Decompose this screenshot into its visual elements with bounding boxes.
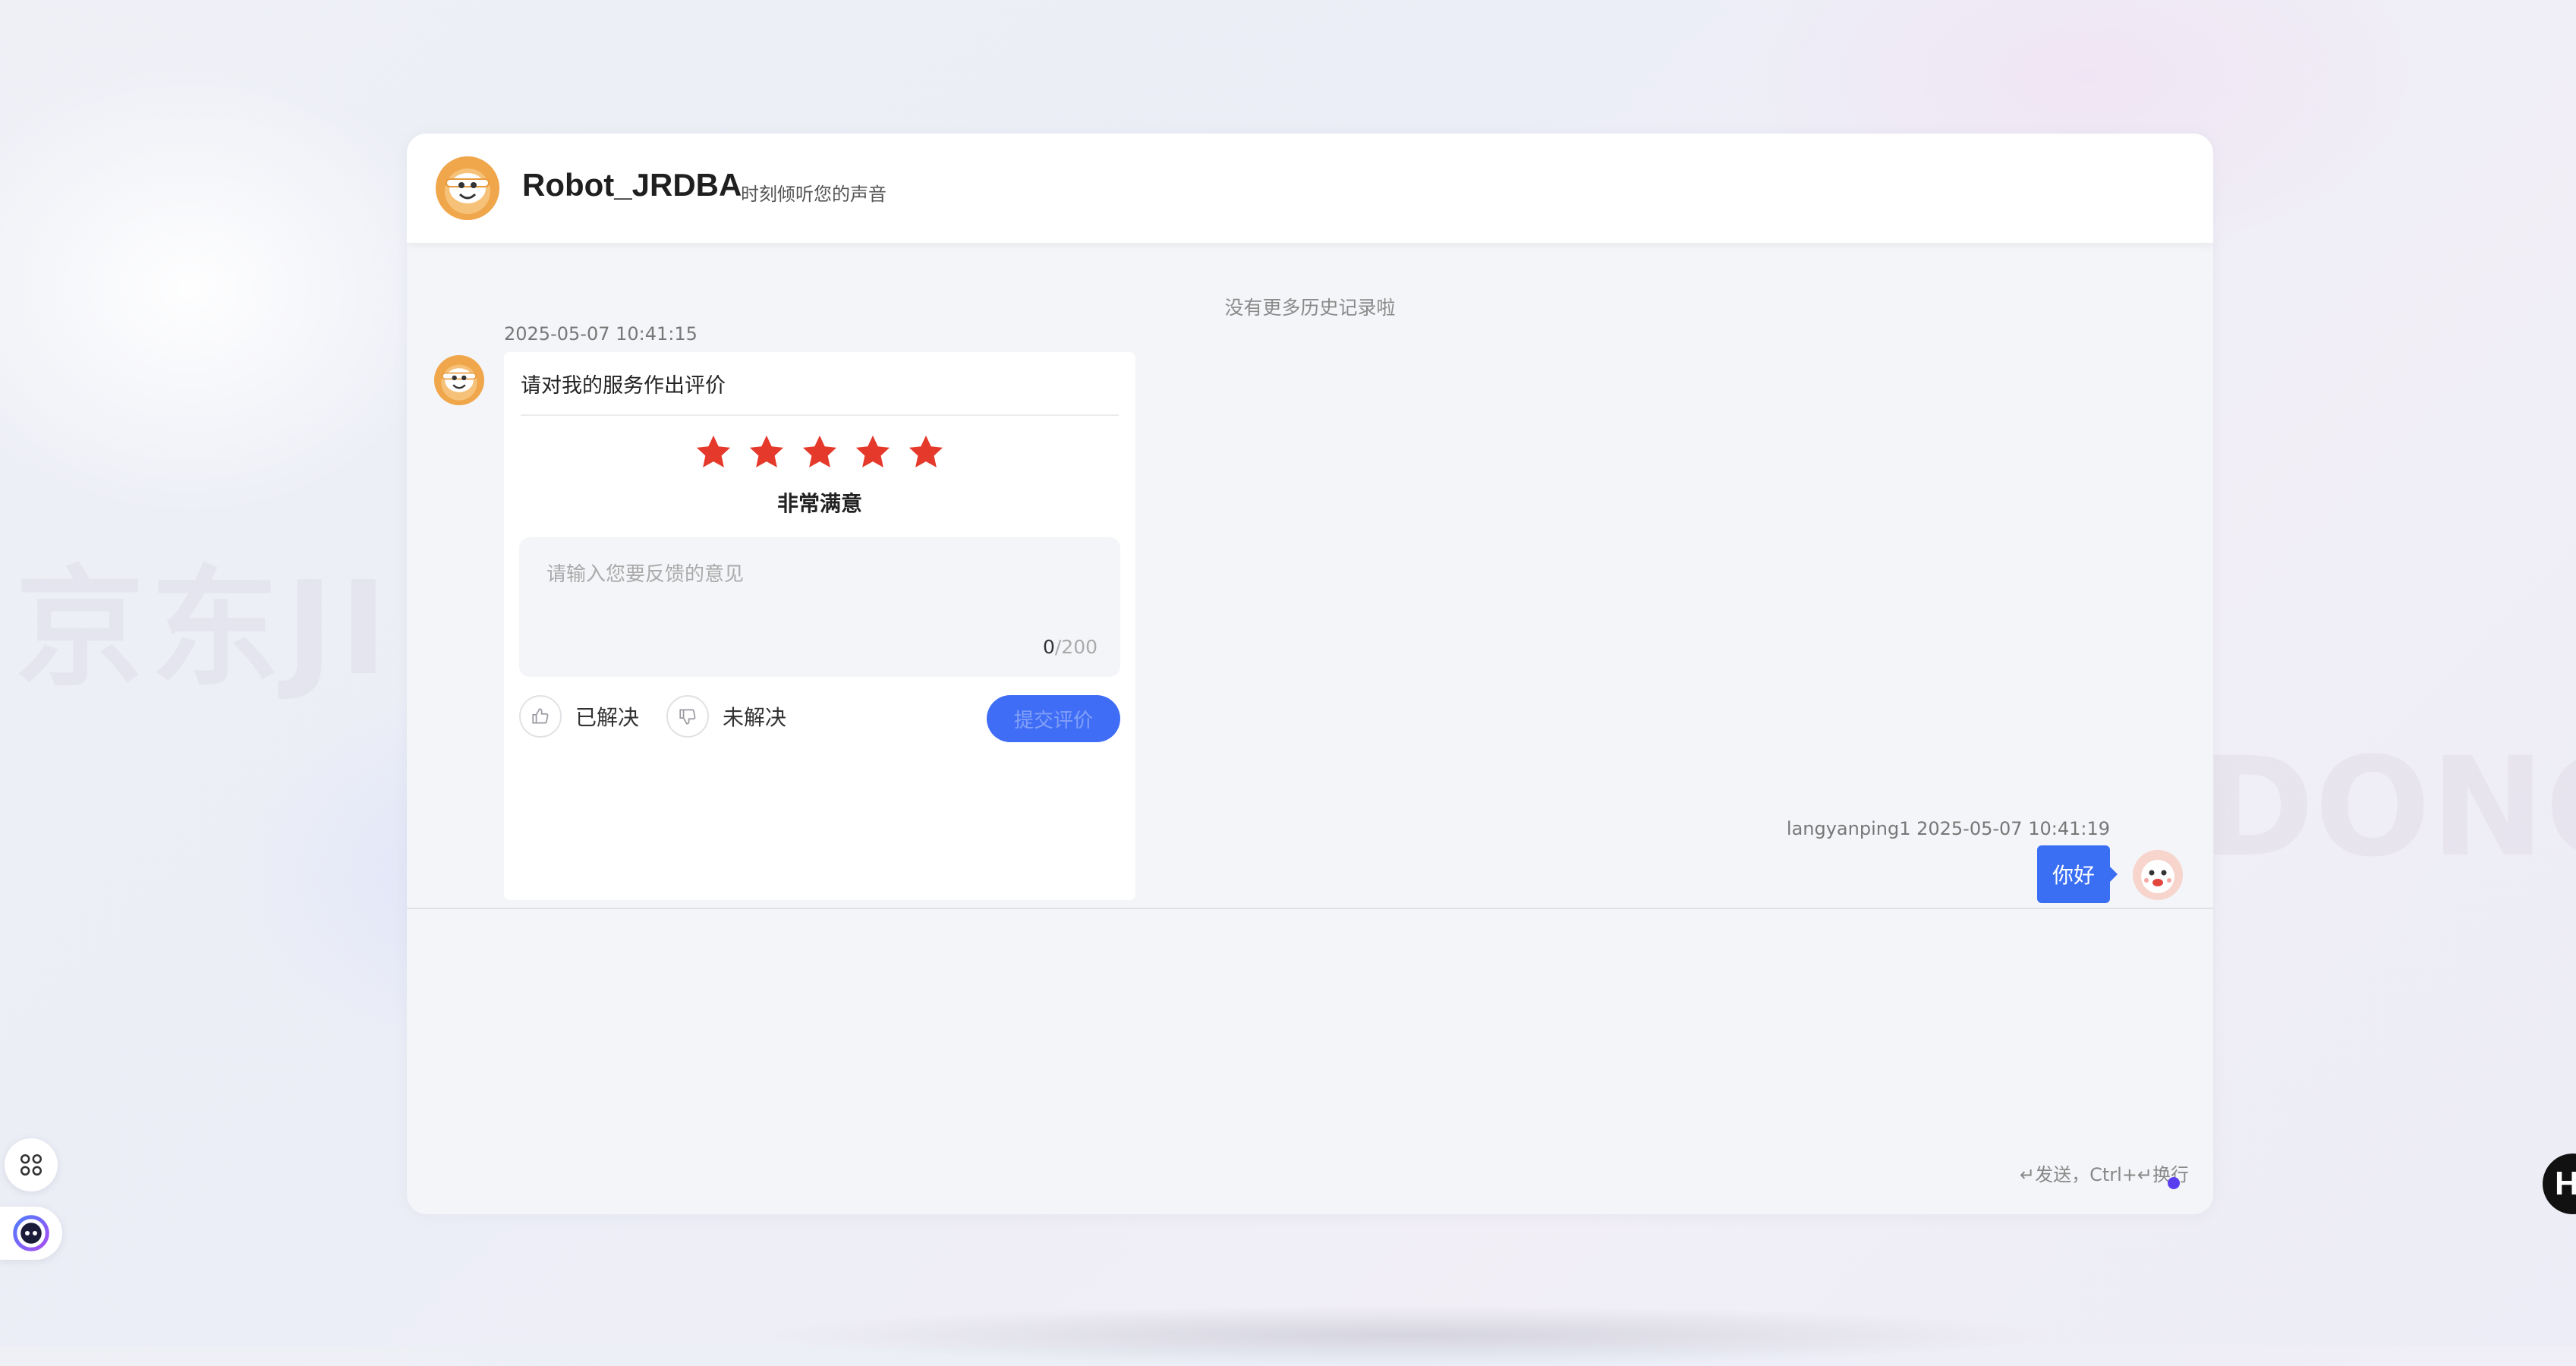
input-divider (407, 908, 2213, 909)
watermark-right: DONG (2201, 729, 2576, 887)
send-hint: ↵发送，Ctrl+↵换行 (2019, 1164, 2189, 1185)
watermark-left: 京东JI (15, 554, 394, 704)
shortcut-icon (20, 1154, 43, 1176)
robot-avatar-icon (434, 355, 484, 405)
floating-edge-button[interactable]: H (2543, 1154, 2576, 1214)
background-shadow (759, 1305, 2049, 1366)
bot-subtitle: 时刻倾听您的声音 (741, 184, 886, 205)
rating-card-title: 请对我的服务作出评价 (521, 374, 726, 398)
feedback-textarea[interactable]: 请输入您要反馈的意见 0/200 (519, 537, 1120, 677)
star-icon[interactable] (800, 433, 839, 472)
robot-avatar-icon (436, 156, 499, 220)
rating-card: 请对我的服务作出评价 非常满意 请输入您要反馈的意见 0/200 已解决 未解决… (504, 352, 1135, 900)
bubble-tail (2110, 867, 2118, 882)
char-count-current: 0 (1042, 636, 1055, 658)
assistant-icon (13, 1215, 49, 1251)
feedback-placeholder: 请输入您要反馈的意见 (546, 563, 745, 586)
unresolved-option[interactable]: 未解决 (666, 695, 786, 738)
resolved-label: 已解决 (575, 705, 640, 730)
user-message-bubble: 你好 (2036, 845, 2110, 903)
background-glow (0, 61, 455, 516)
star-icon[interactable] (747, 433, 786, 472)
thumbs-down-icon (666, 695, 709, 738)
char-counter: 0/200 (1043, 636, 1097, 658)
star-icon[interactable] (906, 433, 946, 472)
unresolved-label: 未解决 (723, 705, 787, 730)
assistant-button[interactable] (0, 1207, 62, 1260)
chat-window: Robot_JRDBA 时刻倾听您的声音 没有更多历史记录啦 2025-05-0… (407, 134, 2213, 1214)
submit-rating-button[interactable]: 提交评价 (987, 695, 1120, 742)
star-icon[interactable] (853, 433, 893, 472)
user-message-meta: langyanping1 2025-05-07 10:41:19 (1786, 818, 2110, 839)
star-icon[interactable] (694, 433, 733, 472)
bot-name: Robot_JRDBA (522, 167, 742, 203)
chat-header: Robot_JRDBA 时刻倾听您的声音 (407, 134, 2213, 243)
thumbs-up-icon (519, 695, 562, 738)
star-rating[interactable] (504, 433, 1135, 472)
bot-message-timestamp: 2025-05-07 10:41:15 (504, 323, 698, 345)
shortcut-button[interactable] (5, 1138, 58, 1191)
user-avatar-icon (2133, 850, 2183, 900)
status-dot (2168, 1177, 2180, 1189)
rating-label: 非常满意 (776, 491, 862, 516)
no-more-history: 没有更多历史记录啦 (1224, 297, 1396, 319)
resolved-option[interactable]: 已解决 (519, 695, 639, 738)
divider (521, 414, 1119, 416)
char-count-max: /200 (1054, 636, 1097, 658)
